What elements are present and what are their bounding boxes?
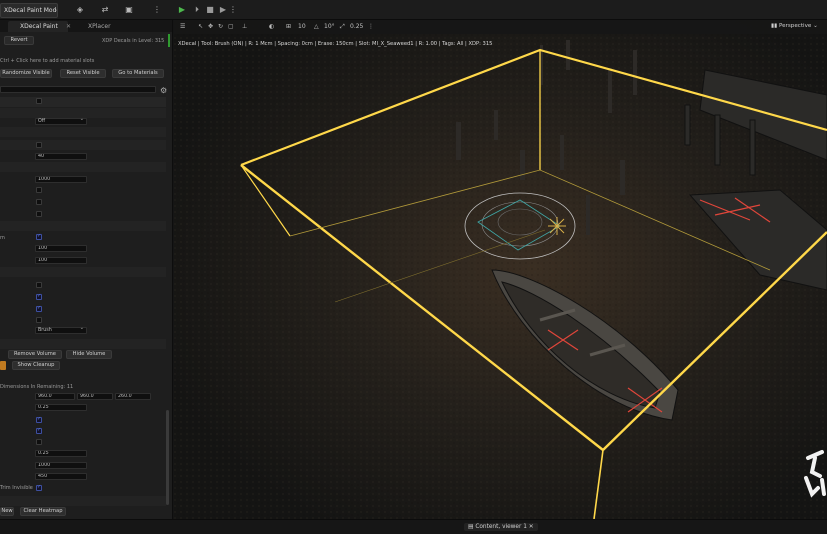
mode-dropdown[interactable]: XDecal Paint Mode bbox=[0, 3, 58, 18]
camera-icon[interactable]: ▣ bbox=[122, 4, 136, 16]
checkbox[interactable] bbox=[36, 233, 42, 240]
randomize-visible-button[interactable]: Randomize Visible bbox=[0, 69, 52, 78]
section-header[interactable] bbox=[0, 496, 166, 506]
perspective-button[interactable]: ▮▮ Perspective ⌄ bbox=[771, 23, 818, 29]
panel-tabs: XDecal Paint ✕ XPlacer bbox=[0, 20, 172, 32]
checkbox[interactable] bbox=[36, 305, 42, 312]
clear-heatmap-button[interactable]: Clear Heatmap bbox=[20, 507, 66, 516]
value-field[interactable]: 100 bbox=[35, 257, 87, 264]
decal-count-label: XDP Decals in Level: 315 bbox=[102, 38, 165, 44]
checkbox[interactable] bbox=[36, 282, 42, 288]
section-header[interactable] bbox=[0, 127, 166, 137]
menu-icon[interactable]: ⋮ bbox=[368, 22, 374, 32]
launch-icon[interactable]: ▶ bbox=[218, 4, 228, 16]
checkbox[interactable] bbox=[36, 416, 42, 423]
tool-info-overlay: XDecal | Tool: Brush (ON) | R: 1 Mcm | S… bbox=[178, 41, 493, 47]
tab-xplacer[interactable]: XPlacer bbox=[88, 21, 128, 32]
value-field[interactable]: 100 bbox=[35, 245, 87, 252]
revert-button[interactable]: Revert bbox=[4, 36, 34, 45]
scale-snap-value[interactable]: 0.25 bbox=[350, 22, 363, 32]
section-header[interactable] bbox=[0, 267, 166, 277]
trim-label: Trim Invisible bbox=[0, 485, 33, 491]
rotation-snap-icon[interactable]: △ bbox=[314, 22, 319, 32]
dimensions-label: Dimensions In Remaining: 11 bbox=[0, 384, 74, 390]
grid-snap-icon[interactable]: ⊞ bbox=[286, 22, 291, 32]
section-header[interactable] bbox=[0, 339, 166, 349]
reset-visible-button[interactable]: Reset Visible bbox=[60, 69, 106, 78]
checkbox[interactable] bbox=[36, 199, 42, 205]
checkbox[interactable] bbox=[36, 98, 42, 104]
checkbox[interactable] bbox=[36, 317, 42, 323]
content-browser-tab[interactable]: ▤ Content, viewer 1 ✕ bbox=[464, 523, 538, 531]
scale-icon[interactable]: ▢ bbox=[228, 22, 234, 32]
content-icon: ▤ bbox=[468, 524, 474, 530]
move-icon[interactable]: ✥ bbox=[208, 22, 213, 32]
main-toolbar: XDecal Paint Mode ◈ ⇄ ▣ ⋮ ▶ ⏵ ■ ▶ ⋮ bbox=[0, 0, 827, 20]
value-field[interactable]: 1000 bbox=[35, 462, 87, 469]
material-search-input[interactable] bbox=[0, 86, 156, 93]
checkbox[interactable] bbox=[36, 439, 42, 445]
launch-options-icon[interactable]: ⋮ bbox=[229, 4, 237, 16]
dim-z-field[interactable]: 260.0 bbox=[115, 393, 151, 400]
surface-snap-icon[interactable]: ⊥ bbox=[242, 22, 247, 32]
close-icon[interactable]: ✕ bbox=[529, 524, 534, 530]
remove-volume-button[interactable]: Remove Volume bbox=[8, 350, 62, 359]
editor-window: XDecal Paint Mode ◈ ⇄ ▣ ⋮ ▶ ⏵ ■ ▶ ⋮ XDec… bbox=[0, 0, 827, 534]
value-field[interactable]: 0.25 bbox=[35, 404, 87, 411]
checkbox[interactable] bbox=[36, 187, 42, 193]
hamburger-icon[interactable]: ☰ bbox=[180, 22, 185, 32]
status-indicator bbox=[168, 34, 170, 47]
mode-select[interactable]: Off bbox=[35, 117, 87, 125]
checkbox[interactable] bbox=[36, 142, 42, 148]
value-field[interactable]: 450 bbox=[35, 473, 87, 480]
section-header[interactable] bbox=[0, 140, 166, 150]
perspective-label: Perspective bbox=[778, 23, 812, 29]
show-cleanup-button[interactable]: Show Cleanup bbox=[12, 361, 60, 370]
dim-x-field[interactable]: 960.0 bbox=[35, 393, 75, 400]
snap-icon[interactable]: ⇄ bbox=[98, 4, 112, 16]
field-label: m bbox=[0, 235, 5, 241]
stop-icon[interactable]: ■ bbox=[205, 4, 215, 16]
dim-y-field[interactable]: 960.0 bbox=[77, 393, 113, 400]
value-field[interactable]: 1000 bbox=[35, 176, 87, 183]
new-button[interactable]: New bbox=[0, 507, 14, 516]
warning-icon bbox=[0, 361, 6, 370]
checkbox[interactable] bbox=[36, 427, 42, 434]
hide-volume-button[interactable]: Hide Volume bbox=[66, 350, 112, 359]
scale-snap-icon[interactable]: ⤢ bbox=[340, 22, 345, 32]
scene-canvas[interactable] bbox=[174, 20, 827, 519]
status-bar: ▤ Content, viewer 1 ✕ bbox=[0, 519, 827, 534]
world-icon[interactable]: ◐ bbox=[269, 22, 274, 32]
select-tool-icon[interactable]: ◈ bbox=[73, 4, 87, 16]
tab-xdecal-paint[interactable]: XDecal Paint bbox=[8, 21, 68, 32]
step-icon[interactable]: ⏵ bbox=[192, 4, 202, 16]
material-slots-hint: Ctrl + Click here to add material slots bbox=[0, 58, 95, 64]
rotate-icon[interactable]: ↻ bbox=[218, 22, 223, 32]
value-field[interactable]: 40 bbox=[35, 153, 87, 160]
play-icon[interactable]: ▶ bbox=[177, 4, 187, 16]
close-icon[interactable]: ✕ bbox=[66, 21, 71, 32]
gear-icon[interactable]: ⚙ bbox=[160, 86, 167, 95]
section-header[interactable] bbox=[0, 221, 166, 231]
xdecal-panel: XDecal Paint ✕ XPlacer Revert XDP Decals… bbox=[0, 20, 173, 519]
rotation-snap-value[interactable]: 10° bbox=[324, 22, 335, 32]
section-header[interactable] bbox=[0, 97, 166, 107]
checkbox[interactable] bbox=[36, 293, 42, 300]
panel-scrollbar[interactable] bbox=[166, 410, 169, 505]
select-mode-icon[interactable]: ↖ bbox=[198, 22, 203, 32]
checkbox[interactable] bbox=[36, 484, 42, 491]
tool-select[interactable]: Brush bbox=[35, 326, 87, 334]
settings-icon[interactable]: ⋮ bbox=[152, 4, 162, 16]
grid-snap-value[interactable]: 10 bbox=[298, 22, 306, 32]
checkbox[interactable] bbox=[36, 211, 42, 217]
viewport-toolbar: ☰ ↖ ✥ ↻ ▢ ⊥ ◐ ⊞ 10 △ 10° ⤢ 0.25 ⋮ bbox=[174, 20, 827, 34]
content-label: Content, viewer 1 bbox=[475, 524, 527, 530]
level-viewport[interactable] bbox=[174, 20, 827, 519]
value-field[interactable]: 0.25 bbox=[35, 450, 87, 457]
go-to-materials-button[interactable]: Go to Materials bbox=[112, 69, 164, 78]
section-header[interactable] bbox=[0, 162, 166, 172]
